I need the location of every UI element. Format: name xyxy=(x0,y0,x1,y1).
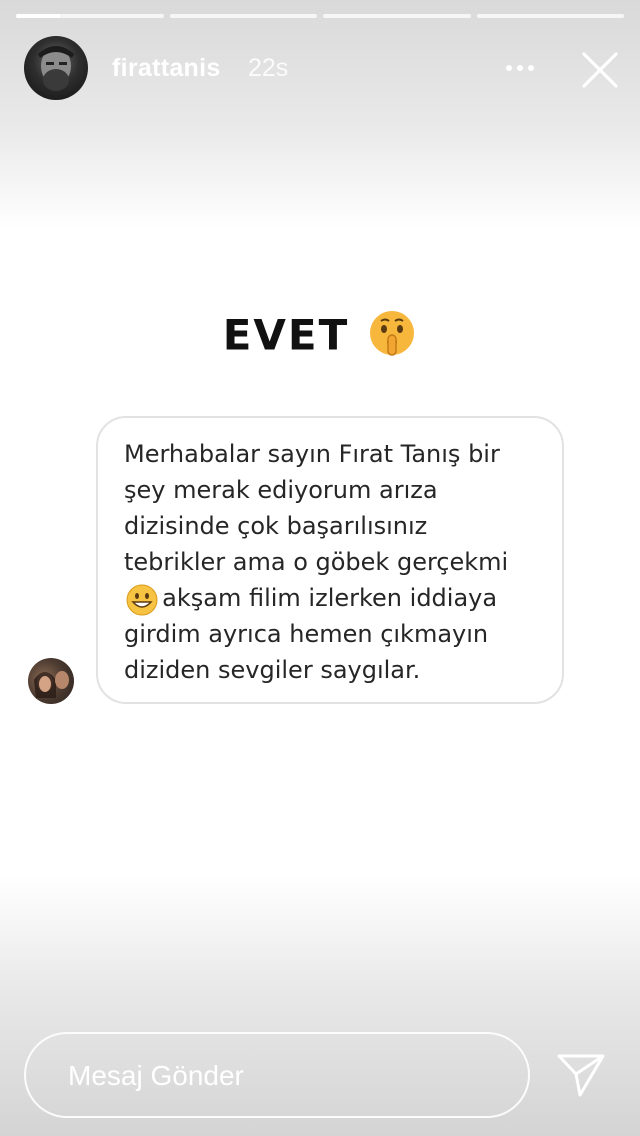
story-header: firattanis 22s xyxy=(24,36,620,100)
send-message-input[interactable]: Mesaj Gönder xyxy=(24,1032,530,1118)
title-text: EVET xyxy=(222,310,350,360)
profile-avatar[interactable] xyxy=(24,36,88,100)
question-sticker-card: Merhabalar sayın Fırat Tanış bir şey mer… xyxy=(96,416,564,704)
story-title: EVET xyxy=(0,308,640,368)
close-icon[interactable] xyxy=(580,50,620,90)
send-icon[interactable] xyxy=(556,1052,606,1098)
top-gradient xyxy=(0,0,640,230)
shushing-face-emoji-icon xyxy=(367,308,417,368)
question-text: Merhabalar sayın Fırat Tanış bir şey mer… xyxy=(124,440,509,684)
progress-segment xyxy=(169,14,317,18)
progress-segment xyxy=(323,14,471,18)
progress-segment xyxy=(16,14,164,18)
progress-segment xyxy=(476,14,624,18)
more-horizontal-icon[interactable] xyxy=(500,54,540,82)
grinning-face-emoji-icon xyxy=(126,584,158,620)
asker-avatar xyxy=(28,658,74,704)
story-timestamp: 22s xyxy=(248,54,289,82)
story-username[interactable]: firattanis xyxy=(112,54,221,83)
story-progress-bar xyxy=(16,14,624,18)
message-placeholder: Mesaj Gönder xyxy=(68,1060,244,1091)
